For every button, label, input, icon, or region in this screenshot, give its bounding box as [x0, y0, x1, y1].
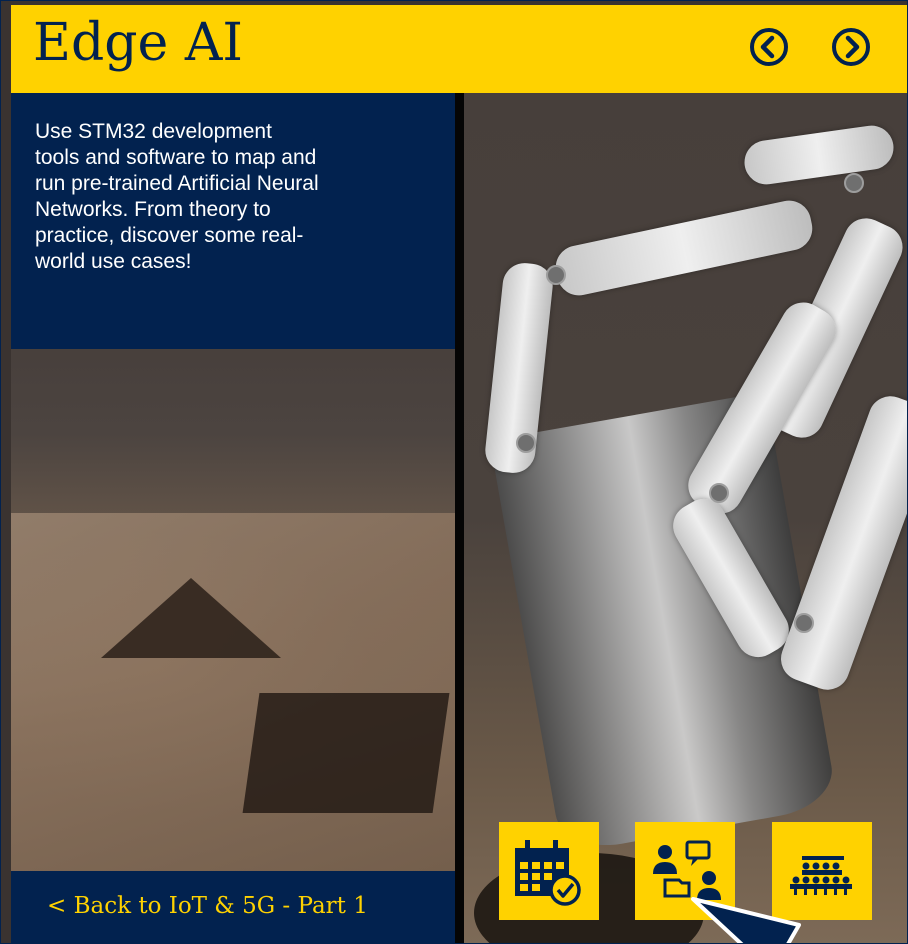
- robot-joint: [516, 433, 536, 453]
- panel-divider: [455, 93, 464, 943]
- header-bar: Edge AI: [11, 5, 907, 93]
- previous-button[interactable]: [749, 27, 789, 67]
- page-title: Edge AI: [33, 13, 243, 73]
- mouse-cursor-icon: [691, 897, 801, 943]
- chevron-left-circle-icon: [750, 28, 788, 66]
- back-link[interactable]: < Back to IoT & 5G - Part 1: [47, 893, 368, 919]
- photo-right-panel: [464, 93, 907, 943]
- description-text: Use STM32 development tools and software…: [35, 120, 319, 273]
- slide-frame: Edge AI Use STM32 development tools and …: [0, 0, 908, 944]
- description-panel: Use STM32 development tools and software…: [11, 93, 455, 349]
- robot-joint: [709, 483, 729, 503]
- robot-joint: [844, 173, 864, 193]
- calendar-button[interactable]: [499, 822, 599, 920]
- robot-finger: [741, 122, 897, 188]
- robot-finger: [551, 196, 817, 300]
- next-button[interactable]: [831, 27, 871, 67]
- robot-joint: [794, 613, 814, 633]
- chevron-right-circle-icon: [832, 28, 870, 66]
- back-link-bar: < Back to IoT & 5G - Part 1: [11, 871, 455, 943]
- square-cutout: [242, 693, 450, 813]
- robot-joint: [546, 265, 566, 285]
- triangle-cutout: [101, 578, 281, 658]
- calendar-check-icon: [515, 840, 581, 906]
